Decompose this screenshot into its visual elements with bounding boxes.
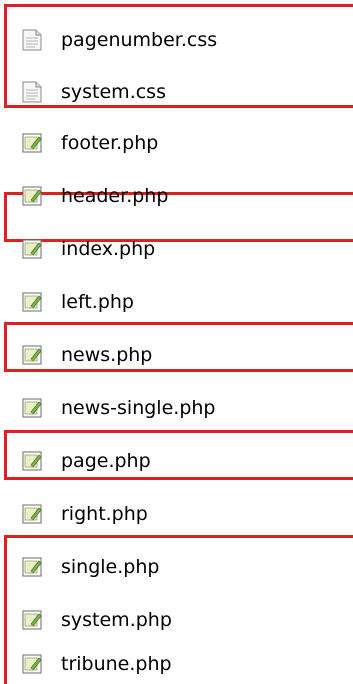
- file-name: left.php: [61, 291, 134, 313]
- file-row-header-php[interactable]: header.php: [0, 176, 340, 216]
- file-name: pagenumber.css: [61, 29, 218, 51]
- file-row-system-css[interactable]: system.css: [0, 72, 340, 112]
- file-name: system.php: [61, 609, 172, 631]
- file-row-right-php[interactable]: right.php: [0, 494, 340, 534]
- php-script-icon: [22, 503, 42, 525]
- file-row-page-php[interactable]: page.php: [0, 441, 340, 481]
- file-name: footer.php: [61, 132, 159, 154]
- file-row-tribune-php[interactable]: tribune.php: [0, 644, 340, 684]
- php-script-icon: [22, 344, 42, 366]
- file-row-pagenumber-css[interactable]: pagenumber.css: [0, 20, 340, 60]
- file-row-footer-php[interactable]: footer.php: [0, 123, 340, 163]
- file-name: index.php: [61, 238, 156, 260]
- file-name: page.php: [61, 450, 151, 472]
- file-name: news.php: [61, 344, 153, 366]
- php-script-icon: [22, 238, 42, 260]
- file-row-news-php[interactable]: news.php: [0, 335, 340, 375]
- php-script-icon: [22, 450, 42, 472]
- php-script-icon: [22, 291, 42, 313]
- file-name: header.php: [61, 185, 169, 207]
- php-script-icon: [22, 609, 42, 631]
- file-name: single.php: [61, 556, 160, 578]
- php-script-icon: [22, 653, 42, 675]
- php-script-icon: [22, 185, 42, 207]
- php-script-icon: [22, 132, 42, 154]
- php-script-icon: [22, 556, 42, 578]
- file-row-left-php[interactable]: left.php: [0, 282, 340, 322]
- file-row-index-php[interactable]: index.php: [0, 229, 340, 269]
- file-row-system-php[interactable]: system.php: [0, 600, 340, 640]
- css-document-icon: [22, 81, 42, 103]
- css-document-icon: [22, 29, 42, 51]
- php-script-icon: [22, 397, 42, 419]
- file-list: pagenumber.css system.css footer.php hea…: [0, 0, 353, 684]
- file-row-news-single-php[interactable]: news-single.php: [0, 388, 340, 428]
- file-row-single-php[interactable]: single.php: [0, 547, 340, 587]
- file-name: tribune.php: [61, 653, 172, 675]
- file-name: right.php: [61, 503, 148, 525]
- file-name: system.css: [61, 81, 166, 103]
- file-name: news-single.php: [61, 397, 216, 419]
